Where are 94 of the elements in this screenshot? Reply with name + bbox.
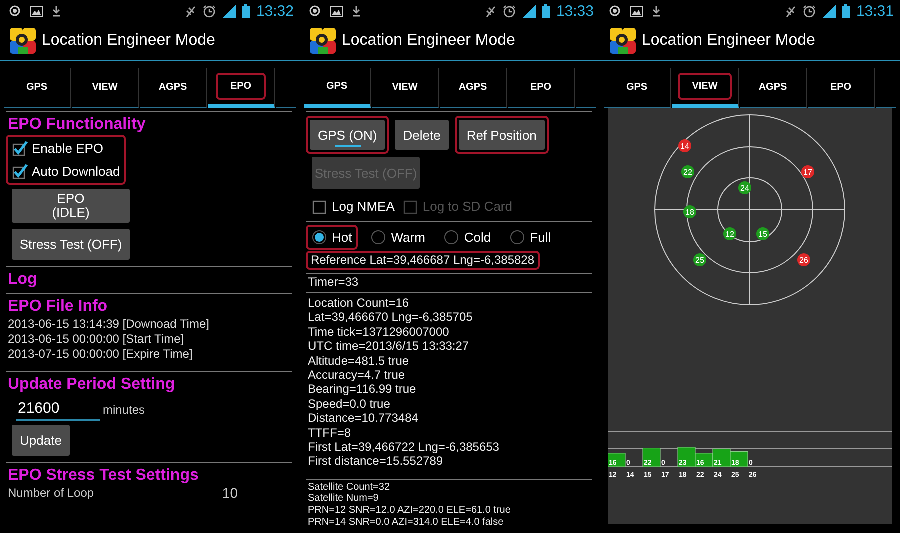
location-target-icon <box>309 5 321 17</box>
setting-value: 10 <box>222 486 238 500</box>
snr-bar <box>712 448 731 468</box>
satellite-info-line: PRN=14 SNR=0.0 AZI=314.0 ELE=4.0 false <box>308 516 504 528</box>
radio-option[interactable]: Warm <box>365 225 432 250</box>
action-button[interactable]: Delete <box>395 120 449 150</box>
location-info-line: Altitude=481.5 true <box>308 354 410 368</box>
download-icon <box>652 5 661 17</box>
tab[interactable]: EPO <box>508 68 575 108</box>
action-button[interactable]: Ref Position <box>458 120 545 150</box>
file-info-line: 2013-06-15 00:00:00 [Start Time] <box>8 332 184 347</box>
satellite-marker: 18 <box>684 206 696 218</box>
alarm-clock-icon <box>503 4 516 18</box>
tab[interactable]: VIEW <box>372 68 439 108</box>
app-logo-icon <box>10 28 36 54</box>
reference-position-text: Reference Lat=39,466687 Lng=-6,385828 <box>306 251 540 270</box>
tab[interactable]: AGPS <box>440 68 507 108</box>
satellite-icon <box>485 4 498 18</box>
checkbox[interactable]: Enable EPO <box>12 137 120 160</box>
picture-icon <box>30 6 43 16</box>
location-info-line: Distance=10.773484 <box>308 411 420 426</box>
picture-icon <box>330 6 343 16</box>
location-info-line: Speed=0.0 true <box>308 396 392 412</box>
action-button[interactable]: GPS (ON) <box>310 120 386 150</box>
app-logo-icon <box>310 28 336 54</box>
location-target-icon <box>9 5 21 17</box>
satellite-info-line: Satellite Num=9 <box>308 493 379 506</box>
location-info-line: UTC time=2013/6/15 13:33:27 <box>308 339 470 354</box>
timer-text: Timer=33 <box>308 276 359 289</box>
update-button[interactable]: Update <box>12 425 70 456</box>
checkbox[interactable]: Log NMEA <box>312 195 395 218</box>
battery-icon <box>842 4 850 18</box>
signal-icon <box>222 4 236 18</box>
status-time: 13:31 <box>856 2 894 20</box>
snr-bar <box>678 447 696 468</box>
radio-option[interactable]: Cold <box>438 225 498 250</box>
satellite-marker: 24 <box>738 182 752 194</box>
satellite-icon <box>785 4 798 18</box>
unit-label: minutes <box>103 403 146 417</box>
snr-bar <box>642 448 661 468</box>
app-logo-icon <box>610 28 636 54</box>
app-title: Location Engineer Mode <box>42 32 216 50</box>
download-icon <box>352 5 361 17</box>
status-time: 13:32 <box>256 2 294 20</box>
section-heading: Update Period Setting <box>8 375 176 395</box>
signal-icon <box>522 4 536 18</box>
signal-icon <box>822 4 836 18</box>
snr-bar <box>695 453 714 468</box>
app-title: Location Engineer Mode <box>642 32 816 50</box>
location-info-line: Time tick=1371296007000 <box>308 324 450 340</box>
location-info-line: Accuracy=4.7 true <box>308 368 406 382</box>
battery-icon <box>542 4 550 18</box>
location-info-line: TTFF=8 <box>308 426 352 440</box>
radio-option[interactable]: Full <box>504 225 558 250</box>
location-info-line: First Lat=39,466722 Lng=-6,385653 <box>308 440 500 454</box>
location-info-line: First distance=15.552789 <box>308 454 444 469</box>
tab[interactable]: GPS <box>4 68 71 108</box>
file-info-line: 2013-07-15 00:00:00 [Expire Time] <box>8 347 193 362</box>
satellite-marker: 26 <box>798 254 810 266</box>
satellite-info-line: Satellite Count=32 <box>308 482 390 494</box>
satellite-marker: 12 <box>724 228 736 240</box>
stress-test-button[interactable]: Stress Test (OFF) <box>12 229 130 260</box>
tab[interactable]: AGPS <box>140 68 207 108</box>
setting-label: Number of Loop <box>8 486 94 500</box>
app-title: Location Engineer Mode <box>342 32 516 50</box>
tab[interactable]: VIEW <box>72 68 139 108</box>
satellite-marker: 25 <box>694 254 706 266</box>
location-info-line: Bearing=116.99 true <box>308 382 418 397</box>
status-time: 13:33 <box>556 2 594 20</box>
section-heading: EPO File Info <box>8 297 108 317</box>
checkbox[interactable]: Auto Download <box>12 160 120 183</box>
section-heading: EPO Stress Test Settings <box>8 466 199 486</box>
location-info-line: Location Count=16 <box>308 296 410 310</box>
satellite-marker: 15 <box>756 228 770 240</box>
input-field[interactable]: 21600 <box>16 397 100 421</box>
download-icon <box>52 5 61 17</box>
satellite-marker: 14 <box>678 140 692 152</box>
alarm-clock-icon <box>803 4 816 18</box>
radio-option[interactable]: Hot <box>306 225 358 250</box>
satellite-icon <box>185 4 198 18</box>
picture-icon <box>630 6 643 16</box>
snr-bar <box>608 453 626 468</box>
satellite-marker: 22 <box>682 166 694 178</box>
epo-button[interactable]: EPO (IDLE) <box>12 189 130 223</box>
location-target-icon <box>609 5 621 17</box>
alarm-clock-icon <box>203 4 216 18</box>
location-info-line: Lat=39,466670 Lng=-6,385705 <box>308 310 474 325</box>
section-heading: EPO Functionality <box>8 115 146 135</box>
file-info-line: 2013-06-15 13:14:39 [Downoad Time] <box>8 317 210 332</box>
satellite-info-line: PRN=12 SNR=12.0 AZI=220.0 ELE=61.0 true <box>308 505 511 517</box>
section-heading: Log <box>8 270 38 290</box>
satellite-marker: 17 <box>802 166 814 178</box>
battery-icon <box>242 4 250 18</box>
snr-bar <box>730 451 748 468</box>
